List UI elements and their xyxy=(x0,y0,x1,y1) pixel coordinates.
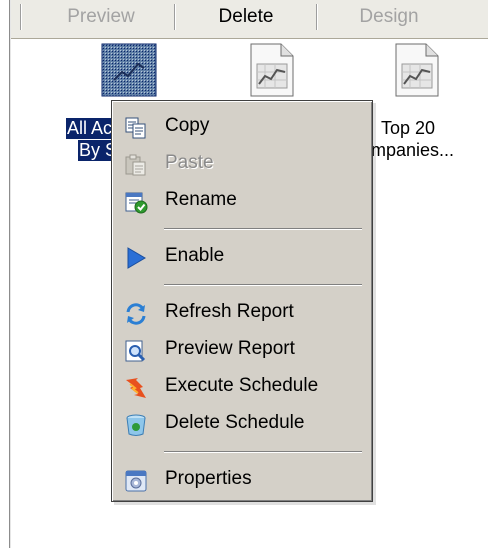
menu-item-delete-schedule[interactable]: Delete Schedule xyxy=(112,405,370,441)
context-menu: Copy Paste Rename Enable Refresh Report … xyxy=(111,100,373,502)
menu-item-paste[interactable]: Paste xyxy=(112,145,370,181)
menu-item-label: Execute Schedule xyxy=(165,375,319,396)
menu-item-label: Paste xyxy=(165,152,214,173)
toolbar: Preview Delete Design xyxy=(11,0,488,39)
menu-item-rename[interactable]: Rename xyxy=(112,182,370,218)
refresh-icon xyxy=(124,302,148,326)
copy-icon xyxy=(124,116,148,140)
report-caption-line1: Top 20 xyxy=(381,118,436,138)
report-icon xyxy=(241,42,299,98)
preview-icon xyxy=(124,339,148,363)
menu-item-label: Copy xyxy=(165,115,210,136)
recycle-bin-icon xyxy=(124,413,148,437)
menu-separator xyxy=(164,451,362,453)
report-icon xyxy=(386,42,444,98)
play-icon xyxy=(124,246,148,270)
menu-item-properties[interactable]: Properties xyxy=(112,461,370,497)
menu-item-label: Rename xyxy=(165,189,237,210)
menu-item-preview-report[interactable]: Preview Report xyxy=(112,331,370,367)
execute-icon xyxy=(124,376,148,400)
menu-item-label: Delete Schedule xyxy=(165,412,305,433)
menu-item-copy[interactable]: Copy xyxy=(112,108,370,144)
menu-item-label: Enable xyxy=(165,245,225,266)
menu-item-execute-schedule[interactable]: Execute Schedule xyxy=(112,368,370,404)
design-button[interactable]: Design xyxy=(324,6,454,28)
menu-separator xyxy=(164,284,362,286)
report-item[interactable] xyxy=(195,42,305,102)
report-icon xyxy=(100,42,158,98)
toolbar-separator-highlight xyxy=(21,4,22,30)
menu-item-enable[interactable]: Enable xyxy=(112,238,370,274)
pane-left-border-highlight xyxy=(10,0,11,548)
rename-icon xyxy=(124,190,148,214)
report-caption-line2: mpanies... xyxy=(371,140,455,160)
menu-item-refresh-report[interactable]: Refresh Report xyxy=(112,294,370,330)
paste-icon xyxy=(124,153,148,177)
preview-button[interactable]: Preview xyxy=(36,6,166,28)
toolbar-separator-highlight xyxy=(175,4,176,30)
menu-item-label: Refresh Report xyxy=(165,301,294,322)
menu-separator xyxy=(164,228,362,230)
menu-item-label: Preview Report xyxy=(165,338,295,359)
menu-item-label: Properties xyxy=(165,468,252,489)
properties-icon xyxy=(124,469,148,493)
report-caption-line1: All Ac xyxy=(66,118,114,139)
delete-button[interactable]: Delete xyxy=(181,6,311,28)
toolbar-separator-highlight xyxy=(317,4,318,30)
